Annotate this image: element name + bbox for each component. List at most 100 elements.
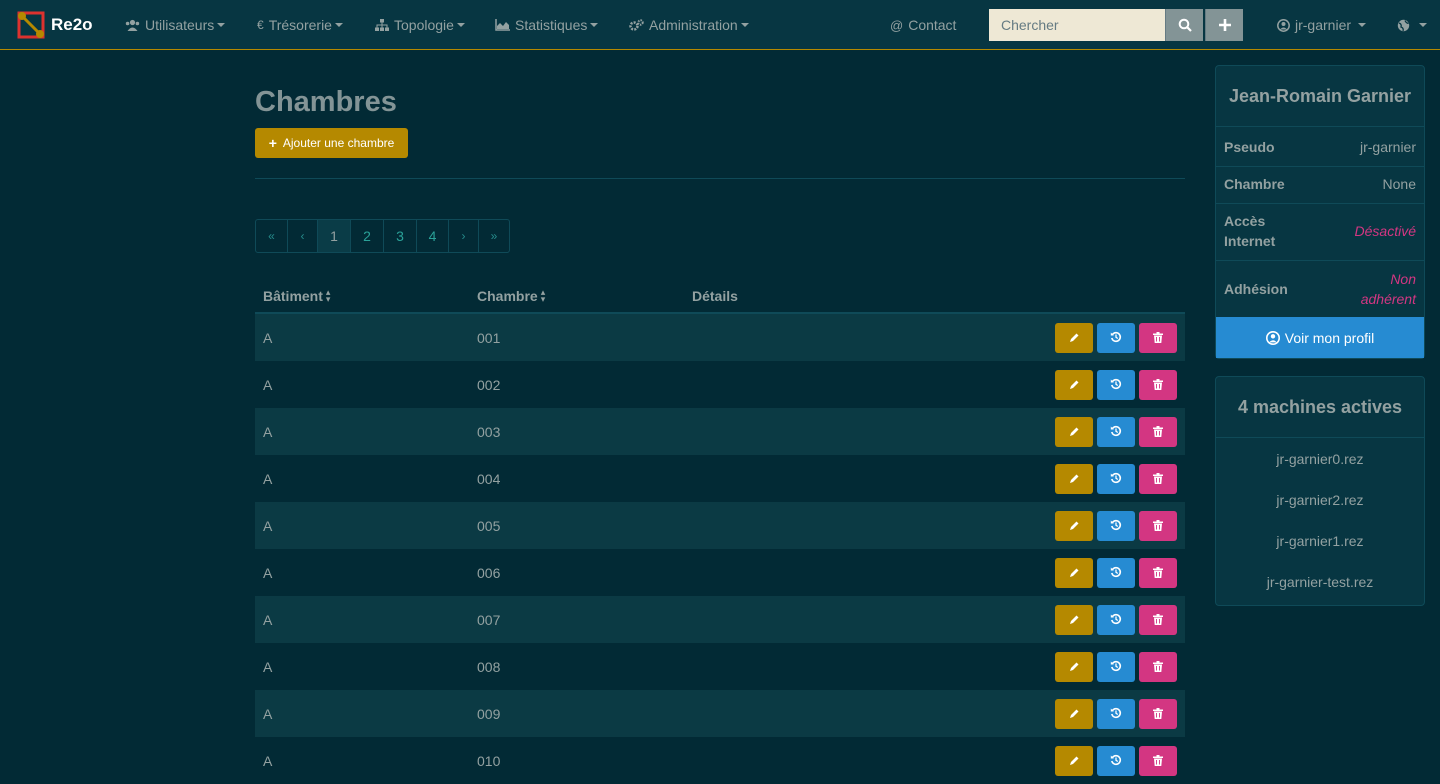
- profile-label: Adhésion: [1224, 281, 1288, 297]
- machine-item[interactable]: jr-garnier2.rez: [1216, 479, 1424, 520]
- history-button[interactable]: [1097, 464, 1135, 494]
- column-header-label: Bâtiment: [263, 288, 323, 304]
- cell-room: 010: [477, 753, 501, 769]
- menu-tresorerie[interactable]: € Trésorerie: [257, 0, 343, 50]
- history-button[interactable]: [1097, 511, 1135, 541]
- table-row: A 009: [255, 690, 1185, 737]
- brand-name: Re2o: [51, 15, 93, 34]
- language-menu[interactable]: [1397, 0, 1427, 50]
- edit-button[interactable]: [1055, 652, 1093, 682]
- delete-button[interactable]: [1139, 323, 1177, 353]
- search-button[interactable]: [1165, 9, 1203, 41]
- history-button[interactable]: [1097, 323, 1135, 353]
- view-profile-button[interactable]: Voir mon profil: [1216, 317, 1424, 358]
- machine-item[interactable]: jr-garnier-test.rez: [1216, 561, 1424, 602]
- column-header-batiment[interactable]: Bâtiment ▴ ▾: [263, 287, 331, 305]
- delete-button[interactable]: [1139, 652, 1177, 682]
- add-room-button[interactable]: + Ajouter une chambre: [255, 128, 408, 158]
- pagination-nav-link[interactable]: »: [478, 220, 509, 252]
- history-button[interactable]: [1097, 370, 1135, 400]
- view-profile-label: Voir mon profil: [1284, 329, 1375, 346]
- edit-button[interactable]: [1055, 417, 1093, 447]
- cell-room: 009: [477, 706, 501, 722]
- cell-building: A: [263, 706, 273, 722]
- pagination-nav-link[interactable]: ‹: [287, 220, 317, 252]
- delete-button[interactable]: [1139, 417, 1177, 447]
- history-button[interactable]: [1097, 652, 1135, 682]
- history-button[interactable]: [1097, 558, 1135, 588]
- cell-room: 001: [477, 330, 501, 346]
- machine-item[interactable]: jr-garnier1.rez: [1216, 520, 1424, 561]
- history-button[interactable]: [1097, 605, 1135, 635]
- search-input[interactable]: [989, 9, 1165, 41]
- row-actions: [1055, 370, 1177, 400]
- pagination-page-link[interactable]: 3: [383, 220, 416, 252]
- users-icon: [125, 19, 140, 31]
- pencil-icon: [1069, 706, 1080, 722]
- machine-item[interactable]: jr-garnier0.rez: [1216, 438, 1424, 479]
- profile-row-adhesion: Adhésion Non adhérent: [1216, 261, 1424, 317]
- edit-button[interactable]: [1055, 323, 1093, 353]
- profile-value: jr-garnier: [1359, 139, 1416, 155]
- row-actions: [1055, 417, 1177, 447]
- menu-tresorerie-label: Trésorerie: [268, 17, 332, 33]
- delete-button[interactable]: [1139, 746, 1177, 776]
- history-icon: [1110, 753, 1122, 769]
- sort-icon: ▴ ▾: [325, 287, 331, 304]
- menu-administration[interactable]: Administration: [629, 0, 749, 50]
- row-actions: [1055, 558, 1177, 588]
- trash-icon: [1153, 424, 1163, 440]
- history-button[interactable]: [1097, 417, 1135, 447]
- delete-button[interactable]: [1139, 370, 1177, 400]
- history-icon: [1110, 471, 1122, 487]
- menu-topologie[interactable]: Topologie: [375, 0, 465, 50]
- history-button[interactable]: [1097, 746, 1135, 776]
- pagination-page-link[interactable]: 1: [317, 220, 350, 252]
- edit-button[interactable]: [1055, 464, 1093, 494]
- menu-topologie-label: Topologie: [394, 17, 454, 33]
- delete-button[interactable]: [1139, 605, 1177, 635]
- menu-utilisateurs[interactable]: Utilisateurs: [125, 0, 226, 50]
- cell-building: A: [263, 424, 273, 440]
- euro-icon: €: [257, 18, 264, 32]
- delete-button[interactable]: [1139, 511, 1177, 541]
- pencil-icon: [1069, 518, 1080, 534]
- add-room-label: Ajouter une chambre: [282, 136, 395, 150]
- delete-button[interactable]: [1139, 558, 1177, 588]
- profile-row-chambre: Chambre None: [1216, 167, 1424, 204]
- edit-button[interactable]: [1055, 605, 1093, 635]
- edit-button[interactable]: [1055, 511, 1093, 541]
- menu-administration-label: Administration: [649, 17, 738, 33]
- row-actions: [1055, 746, 1177, 776]
- edit-button[interactable]: [1055, 370, 1093, 400]
- pagination-nav-link[interactable]: ›: [448, 220, 478, 252]
- profile-name: Jean-Romain Garnier: [1216, 66, 1424, 127]
- menu-utilisateurs-label: Utilisateurs: [145, 17, 215, 33]
- trash-icon: [1153, 471, 1163, 487]
- advanced-search-button[interactable]: [1205, 9, 1243, 41]
- table-row: A 001: [255, 314, 1185, 361]
- pencil-icon: [1069, 377, 1080, 393]
- edit-button[interactable]: [1055, 558, 1093, 588]
- delete-button[interactable]: [1139, 699, 1177, 729]
- contact-link[interactable]: @ Contact: [890, 0, 956, 50]
- column-header-chambre[interactable]: Chambre ▴ ▾: [477, 287, 546, 305]
- brand[interactable]: Re2o: [16, 10, 93, 40]
- cell-room: 003: [477, 424, 501, 440]
- table-row: A 004: [255, 455, 1185, 502]
- table-row: A 007: [255, 596, 1185, 643]
- edit-button[interactable]: [1055, 746, 1093, 776]
- pagination-page-link[interactable]: 4: [416, 220, 448, 252]
- pagination-nav-link[interactable]: «: [256, 220, 287, 252]
- sort-icon: ▴ ▾: [540, 287, 546, 304]
- caret-down-icon: [1419, 23, 1427, 27]
- user-menu[interactable]: jr-garnier: [1277, 0, 1367, 50]
- history-button[interactable]: [1097, 699, 1135, 729]
- pagination-page-link[interactable]: 2: [350, 220, 383, 252]
- delete-button[interactable]: [1139, 464, 1177, 494]
- machines-panel: 4 machines actives jr-garnier0.rez jr-gar…: [1215, 376, 1425, 606]
- pencil-icon: [1069, 753, 1080, 769]
- row-actions: [1055, 605, 1177, 635]
- edit-button[interactable]: [1055, 699, 1093, 729]
- menu-statistiques[interactable]: Statistiques: [495, 0, 599, 50]
